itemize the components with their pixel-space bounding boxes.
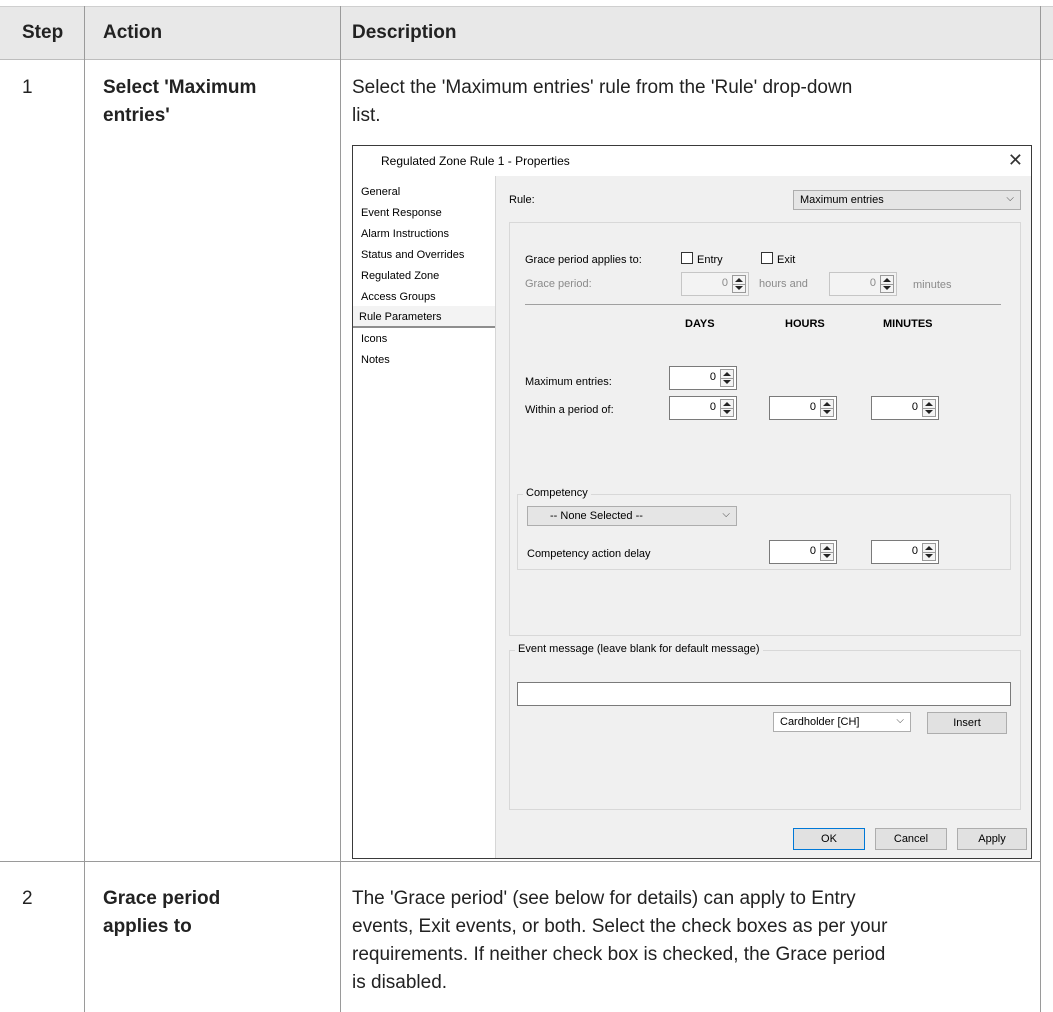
dialog-title: Regulated Zone Rule 1 - Properties xyxy=(381,154,570,168)
table-header: Step Action Description xyxy=(0,6,1053,60)
max-entries-spinner[interactable]: 0 xyxy=(669,366,737,390)
properties-dialog: Regulated Zone Rule 1 - Properties ✕ Gen… xyxy=(352,145,1032,859)
chevron-down-icon: ⌵ xyxy=(1006,193,1014,204)
within-days-value: 0 xyxy=(709,401,716,413)
header-step: Step xyxy=(22,22,64,43)
within-hours-value: 0 xyxy=(809,401,816,413)
grace-period-label: Grace period: xyxy=(525,278,592,290)
entry-label: Entry xyxy=(697,254,723,266)
close-icon[interactable]: ✕ xyxy=(1008,150,1023,171)
row2-desc-line1: The 'Grace period' (see below for detail… xyxy=(352,888,856,909)
apply-button[interactable]: Apply xyxy=(957,828,1027,850)
nav-item-event-response[interactable]: Event Response xyxy=(361,207,442,219)
nav-item-access-groups[interactable]: Access Groups xyxy=(361,291,436,303)
rule-dropdown[interactable]: Maximum entries ⌵ xyxy=(793,190,1021,210)
separator xyxy=(525,304,1001,305)
event-message-caption: Event message (leave blank for default m… xyxy=(515,643,763,655)
entry-checkbox[interactable] xyxy=(681,252,693,264)
competency-delay-label: Competency action delay xyxy=(527,548,651,560)
row2-desc-line2: events, Exit events, or both. Select the… xyxy=(352,916,888,937)
ok-button[interactable]: OK xyxy=(793,828,865,850)
row-divider xyxy=(0,861,1041,862)
row1-step: 1 xyxy=(22,77,33,98)
nav-item-regulated-zone[interactable]: Regulated Zone xyxy=(361,270,439,282)
nav-item-rule-parameters[interactable]: Rule Parameters xyxy=(359,311,442,323)
max-entries-value: 0 xyxy=(709,371,716,383)
competency-value: -- None Selected -- xyxy=(550,510,643,522)
spin-arrows-icon[interactable] xyxy=(820,543,834,561)
insert-button[interactable]: Insert xyxy=(927,712,1007,734)
header-description: Description xyxy=(352,22,457,43)
col-minutes: MINUTES xyxy=(883,318,933,330)
col-hours: HOURS xyxy=(785,318,825,330)
row1-desc-line1: Select the 'Maximum entries' rule from t… xyxy=(352,77,853,98)
dialog-titlebar: Regulated Zone Rule 1 - Properties ✕ xyxy=(353,146,1031,176)
within-minutes-spinner[interactable]: 0 xyxy=(871,396,939,420)
cardholder-value: Cardholder [CH] xyxy=(780,716,860,728)
grace-hours-value: 0 xyxy=(721,277,728,289)
grace-applies-label: Grace period applies to: xyxy=(525,254,642,266)
within-minutes-value: 0 xyxy=(911,401,918,413)
spin-arrows-icon[interactable] xyxy=(922,543,936,561)
event-message-input[interactable] xyxy=(517,682,1011,706)
nav-item-notes[interactable]: Notes xyxy=(361,354,390,366)
header-action: Action xyxy=(103,22,163,43)
grace-minutes-value: 0 xyxy=(869,277,876,289)
nav-item-status-overrides[interactable]: Status and Overrides xyxy=(361,249,464,261)
rule-dropdown-value: Maximum entries xyxy=(800,194,884,206)
spin-arrows-icon[interactable] xyxy=(732,275,746,293)
cardholder-dropdown[interactable]: Cardholder [CH] ⌵ xyxy=(773,712,911,732)
cancel-button[interactable]: Cancel xyxy=(875,828,947,850)
grace-hours-spinner[interactable]: 0 xyxy=(681,272,749,296)
rule-label: Rule: xyxy=(509,194,535,206)
nav-pane: General Event Response Alarm Instruction… xyxy=(353,176,496,858)
spin-arrows-icon[interactable] xyxy=(720,399,734,417)
row2-action-line1: Grace period xyxy=(103,888,221,909)
exit-checkbox[interactable] xyxy=(761,252,773,264)
within-period-label: Within a period of: xyxy=(525,404,614,416)
max-entries-label: Maximum entries: xyxy=(525,376,612,388)
competency-hours-value: 0 xyxy=(809,545,816,557)
grace-minutes-spinner[interactable]: 0 xyxy=(829,272,897,296)
spin-arrows-icon[interactable] xyxy=(820,399,834,417)
row1-desc-line2: list. xyxy=(352,105,381,126)
within-days-spinner[interactable]: 0 xyxy=(669,396,737,420)
within-hours-spinner[interactable]: 0 xyxy=(769,396,837,420)
exit-label: Exit xyxy=(777,254,796,266)
competency-dropdown[interactable]: -- None Selected -- ⌵ xyxy=(527,506,737,526)
row1-action-line1: Select 'Maximum xyxy=(103,77,257,98)
chevron-down-icon: ⌵ xyxy=(896,715,904,726)
nav-item-alarm-instructions[interactable]: Alarm Instructions xyxy=(361,228,449,240)
row1-action-line2: entries' xyxy=(103,105,170,126)
row2-desc-line3: requirements. If neither check box is ch… xyxy=(352,944,886,965)
row2-step: 2 xyxy=(22,888,33,909)
minutes-label: minutes xyxy=(913,279,952,291)
row2-action-line2: applies to xyxy=(103,916,192,937)
competency-caption: Competency xyxy=(523,487,591,499)
spin-arrows-icon[interactable] xyxy=(922,399,936,417)
competency-hours-spinner[interactable]: 0 xyxy=(769,540,837,564)
competency-minutes-value: 0 xyxy=(911,545,918,557)
row2-desc-line4: is disabled. xyxy=(352,972,448,993)
col-days: DAYS xyxy=(685,318,715,330)
nav-item-icons[interactable]: Icons xyxy=(361,333,387,345)
chevron-down-icon: ⌵ xyxy=(722,509,730,520)
nav-item-general[interactable]: General xyxy=(361,186,400,198)
hours-and-label: hours and xyxy=(759,278,808,290)
spin-arrows-icon[interactable] xyxy=(880,275,894,293)
spin-arrows-icon[interactable] xyxy=(720,369,734,387)
competency-minutes-spinner[interactable]: 0 xyxy=(871,540,939,564)
